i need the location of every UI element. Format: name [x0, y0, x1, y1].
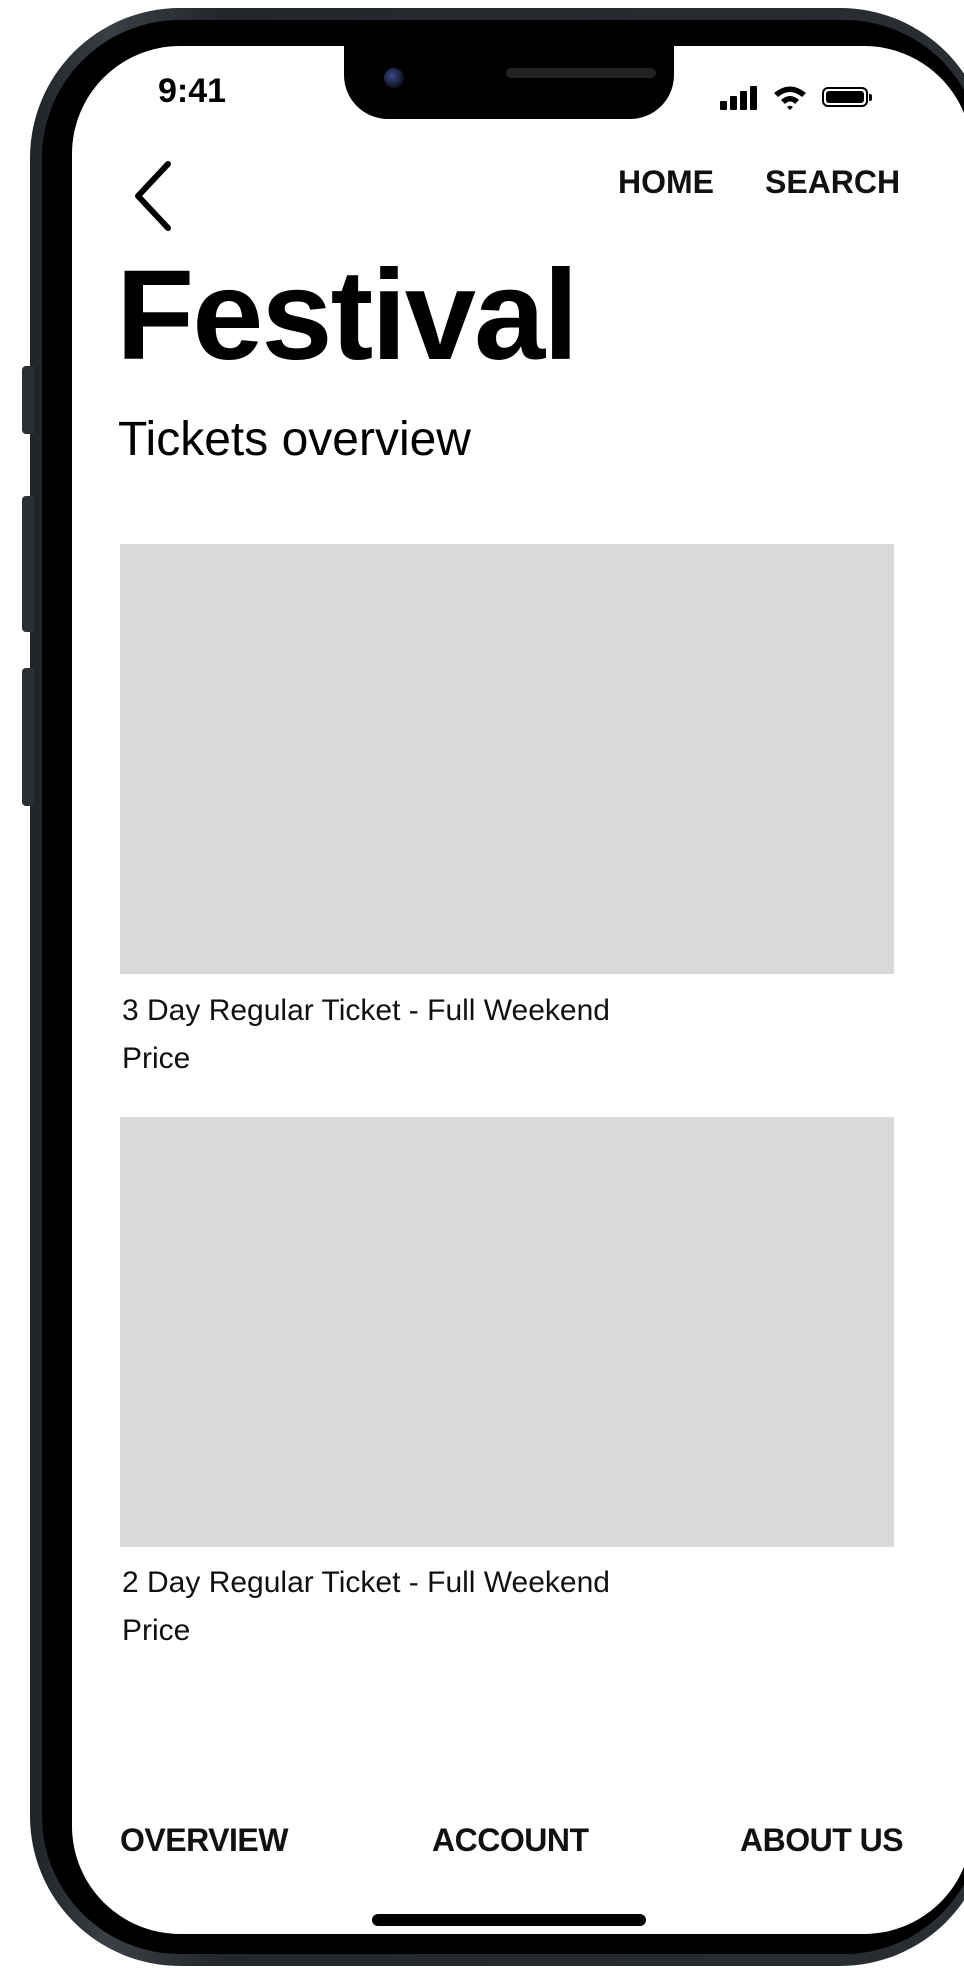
wifi-icon — [774, 86, 806, 110]
home-indicator[interactable] — [372, 1914, 646, 1926]
ticket-name[interactable]: 3 Day Regular Ticket - Full Weekend — [122, 994, 610, 1028]
battery-icon — [822, 87, 872, 107]
page-title: Festival — [116, 244, 579, 387]
ticket-image-placeholder[interactable] — [120, 544, 894, 974]
nav-about-us-tab[interactable]: ABOUT US — [740, 1822, 904, 1859]
ticket-name[interactable]: 2 Day Regular Ticket - Full Weekend — [122, 1566, 610, 1600]
status-time: 9:41 — [158, 72, 227, 110]
front-camera — [384, 68, 404, 88]
ticket-price: Price — [122, 1614, 191, 1647]
silent-switch — [22, 366, 34, 434]
nav-home-link[interactable]: HOME — [618, 164, 714, 201]
ticket-image-placeholder[interactable] — [120, 1117, 894, 1547]
nav-overview-tab[interactable]: OVERVIEW — [120, 1822, 288, 1859]
status-icons — [720, 84, 920, 120]
ticket-price: Price — [122, 1042, 191, 1075]
nav-account-tab[interactable]: ACCOUNT — [432, 1822, 589, 1859]
back-chevron-icon[interactable] — [128, 156, 178, 236]
page-subtitle: Tickets overview — [118, 413, 471, 466]
volume-down-button — [22, 668, 34, 806]
cellular-signal-icon — [720, 84, 760, 110]
volume-up-button — [22, 496, 34, 632]
screen: 9:41 HOME SEARCH Festival Tickets overvi… — [72, 46, 964, 1934]
nav-search-link[interactable]: SEARCH — [765, 164, 900, 201]
earpiece-speaker — [506, 68, 656, 78]
